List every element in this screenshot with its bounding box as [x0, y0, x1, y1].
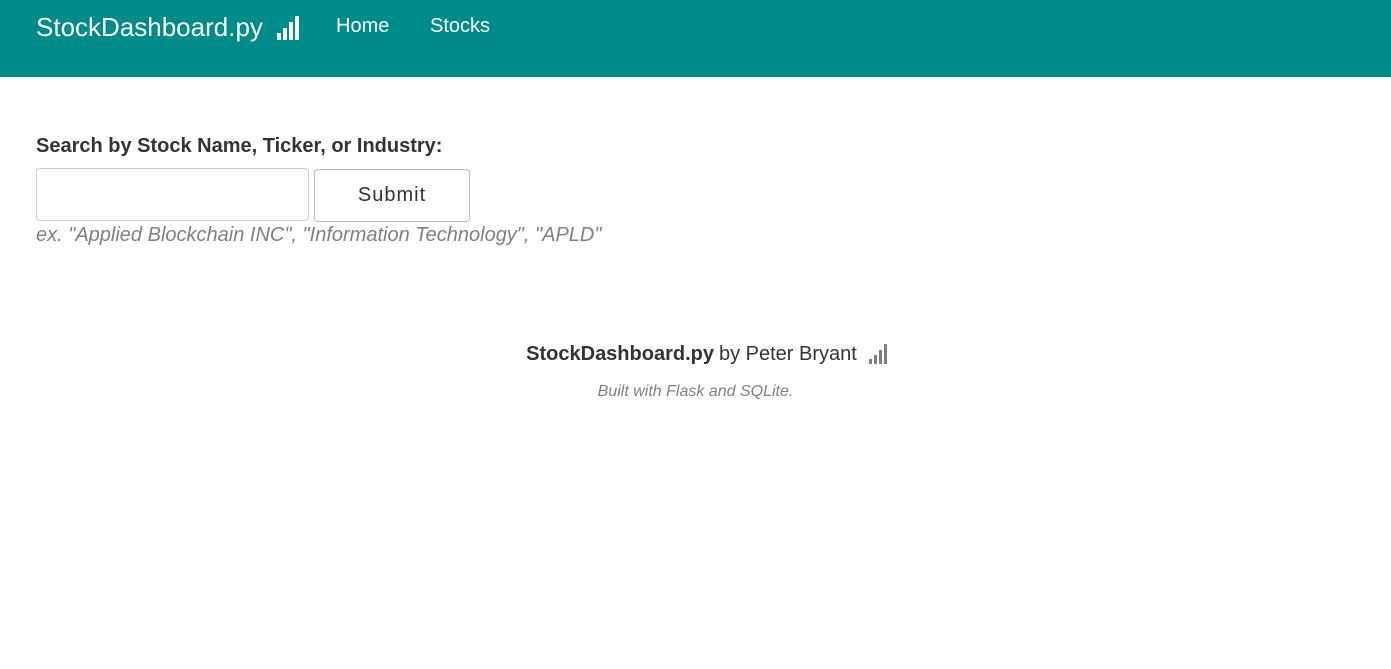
- footer-brand: StockDashboard.py: [526, 343, 714, 365]
- signal-bars-icon: [276, 15, 299, 40]
- footer-author: by Peter Bryant: [718, 343, 857, 365]
- search-hint: ex. "Applied Blockchain INC", "Informati…: [36, 224, 602, 246]
- footer-credit: StockDashboard.py by Peter Bryant: [526, 340, 887, 368]
- brand-link[interactable]: StockDashboard.py: [36, 12, 299, 43]
- submit-button[interactable]: Submit: [314, 169, 470, 222]
- nav-link-stocks[interactable]: Stocks: [430, 14, 490, 38]
- top-navbar: StockDashboard.py Home Stocks: [0, 0, 1391, 77]
- nav-link-home[interactable]: Home: [336, 14, 389, 38]
- search-label: Search by Stock Name, Ticker, or Industr…: [36, 135, 443, 157]
- footer: StockDashboard.py by Peter Bryant Built …: [0, 340, 1391, 402]
- signal-bars-icon: [868, 344, 887, 364]
- search-input[interactable]: [36, 168, 309, 221]
- footer-built-with: Built with Flask and SQLite.: [597, 383, 794, 400]
- brand-title: StockDashboard.py: [36, 12, 263, 42]
